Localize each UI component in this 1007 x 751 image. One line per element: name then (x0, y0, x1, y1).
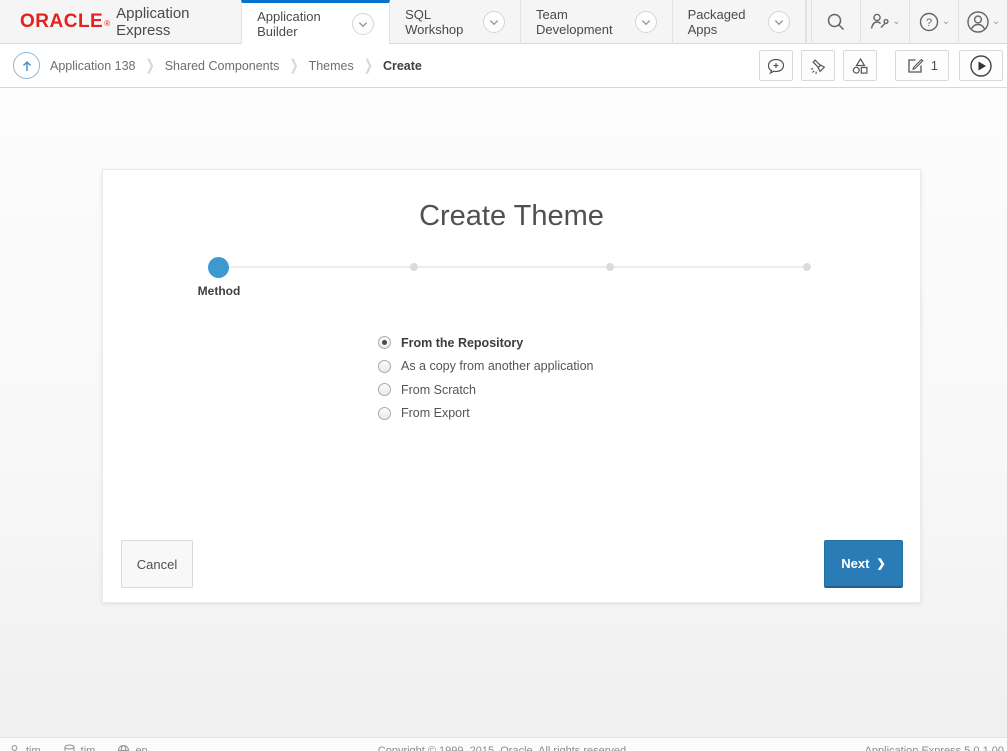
breadcrumb-separator-icon: ❯ (289, 57, 298, 75)
option-from-export[interactable]: From Export (378, 402, 593, 426)
chevron-right-icon: ❯ (876, 557, 885, 570)
cancel-button[interactable]: Cancel (121, 540, 193, 588)
oracle-brand-text: ORACLE (20, 11, 103, 33)
breadcrumb-create-current: Create (383, 59, 422, 73)
radio-icon[interactable] (378, 360, 391, 373)
tab-packaged-apps[interactable]: Packaged Apps (673, 0, 806, 44)
wizard-progress-line (218, 266, 807, 268)
svg-text:?: ? (926, 17, 932, 29)
tab-sql-workshop[interactable]: SQL Workshop (390, 0, 521, 44)
page-footer: tim tim en Copyright © 1999, 2015, Oracl… (0, 737, 1007, 751)
breadcrumb-application-138[interactable]: Application 138 (50, 59, 135, 73)
apex-create-theme-page: ORACLE ® Application Express Application… (0, 0, 1007, 751)
top-nav-bar: ORACLE ® Application Express Application… (0, 0, 1007, 44)
breadcrumb: Application 138 ❯ Shared Components ❯ Th… (50, 59, 422, 73)
edit-page-button[interactable]: 1 (895, 50, 949, 81)
option-label: From the Repository (401, 336, 523, 350)
oracle-apex-logo: ORACLE ® Application Express (0, 0, 241, 43)
main-content-area: Create Theme Method From the Repository … (0, 88, 1007, 751)
footer-copyright: Copyright © 1999, 2015, Oracle. All righ… (0, 745, 1007, 751)
divider (806, 0, 807, 44)
search-icon[interactable] (812, 0, 860, 44)
tab-label: Application Builder (257, 9, 343, 39)
option-from-the-repository[interactable]: From the Repository (378, 331, 593, 355)
radio-icon[interactable] (378, 383, 391, 396)
main-nav-tabs: Application Builder SQL Workshop Team De… (241, 0, 806, 44)
edit-page-number: 1 (931, 58, 938, 73)
tab-label: Team Development (536, 7, 626, 37)
wizard-step-dot (410, 263, 418, 271)
run-application-button[interactable] (959, 50, 1003, 81)
footer-version: Application Express 5.0.1.00 (865, 745, 1004, 751)
shapes-icon (850, 56, 870, 76)
page-action-buttons: 1 (759, 50, 1007, 81)
option-as-a-copy[interactable]: As a copy from another application (378, 355, 593, 379)
chevron-down-icon: ⌄ (992, 16, 1000, 27)
tab-application-builder[interactable]: Application Builder (241, 0, 390, 44)
breadcrumb-bar: Application 138 ❯ Shared Components ❯ Th… (0, 44, 1007, 88)
create-theme-wizard-card: Create Theme Method From the Repository … (102, 169, 921, 603)
breadcrumb-themes[interactable]: Themes (309, 59, 354, 73)
option-label: As a copy from another application (401, 359, 593, 373)
wizard-step-dot (606, 263, 614, 271)
registered-mark: ® (104, 19, 110, 28)
chevron-down-icon: ⌄ (942, 16, 950, 27)
go-up-icon[interactable] (13, 52, 40, 79)
tab-label: Packaged Apps (688, 7, 759, 37)
theme-roller-button[interactable] (801, 50, 835, 81)
radio-selected-icon[interactable] (378, 336, 391, 349)
chevron-down-icon[interactable] (352, 13, 374, 35)
header-utility-icons: ⌄ ? ⌄ ⌄ (806, 0, 1007, 43)
option-label: From Scratch (401, 383, 476, 397)
flashlight-icon (808, 56, 828, 76)
radio-icon[interactable] (378, 407, 391, 420)
chevron-down-icon: ⌄ (892, 16, 900, 27)
help-icon[interactable]: ? ⌄ (910, 0, 958, 44)
next-button-label: Next (841, 556, 869, 571)
chevron-down-icon[interactable] (483, 11, 505, 33)
product-name-text: Application Express (116, 5, 219, 39)
feedback-button[interactable] (759, 50, 793, 81)
account-icon[interactable]: ⌄ (959, 0, 1007, 44)
tab-team-development[interactable]: Team Development (521, 0, 673, 44)
next-button[interactable]: Next ❯ (824, 540, 903, 588)
edit-page-icon (906, 56, 925, 75)
breadcrumb-separator-icon: ❯ (145, 57, 154, 75)
comment-plus-icon (766, 56, 786, 76)
chevron-down-icon[interactable] (768, 11, 790, 33)
chevron-down-icon[interactable] (635, 11, 657, 33)
administration-icon[interactable]: ⌄ (861, 0, 909, 44)
wizard-step-label: Method (178, 284, 260, 298)
tab-label: SQL Workshop (405, 7, 474, 37)
play-icon (969, 54, 993, 78)
breadcrumb-separator-icon: ❯ (364, 57, 373, 75)
option-from-scratch[interactable]: From Scratch (378, 378, 593, 402)
option-label: From Export (401, 406, 470, 420)
breadcrumb-shared-components[interactable]: Shared Components (165, 59, 280, 73)
shared-components-button[interactable] (843, 50, 877, 81)
wizard-step-dot (803, 263, 811, 271)
wizard-title: Create Theme (103, 200, 920, 233)
wizard-step-current-dot (208, 257, 229, 278)
create-theme-method-options: From the Repository As a copy from anoth… (378, 331, 593, 425)
